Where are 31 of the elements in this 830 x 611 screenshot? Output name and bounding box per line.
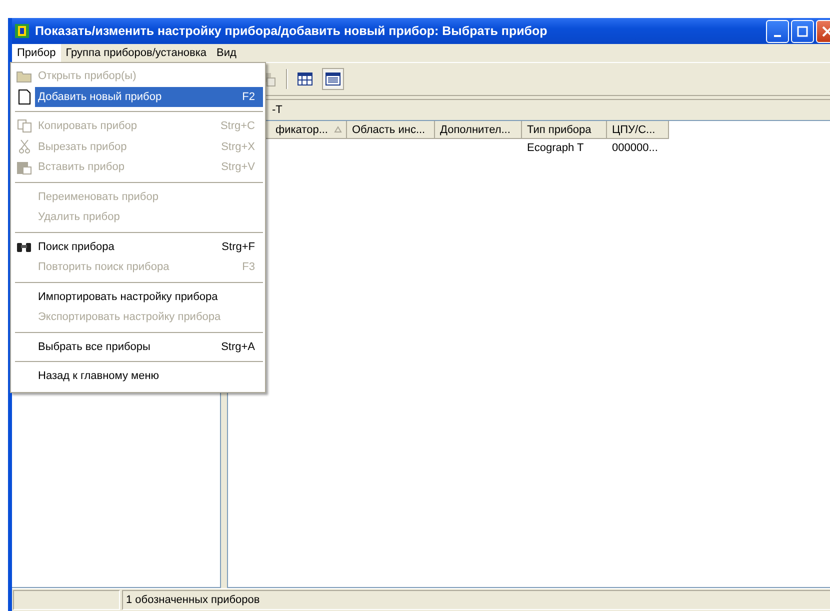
status-text: 1 обозначенных приборов xyxy=(126,594,260,606)
details-view-button[interactable] xyxy=(322,68,344,90)
menu-item[interactable]: Прибор xyxy=(12,44,61,62)
list-icon xyxy=(325,72,341,86)
window-title: Показать/изменить настройку прибора/добавить новый прибор: Выбрать прибор xyxy=(35,24,548,38)
maximize-icon xyxy=(797,26,808,36)
folder-icon xyxy=(16,70,32,83)
grid-icon xyxy=(297,72,313,86)
clipboard-icon xyxy=(16,160,32,175)
menu-entry[interactable]: Поиск прибора Strg+F xyxy=(13,236,263,257)
scissors-icon xyxy=(18,139,30,154)
column-header[interactable]: Область инс... xyxy=(347,121,435,139)
path-text: -T xyxy=(272,104,282,116)
app-icon xyxy=(14,23,30,39)
menu-item[interactable]: Группа приборов/установка xyxy=(60,44,212,62)
minimize-icon xyxy=(774,35,781,37)
column-header[interactable]: ЦПУ/С... xyxy=(607,121,669,139)
menu-item[interactable]: Вид xyxy=(212,44,242,62)
menu-entry[interactable]: Импортировать настройку прибора xyxy=(13,286,263,307)
column-header[interactable]: Тип прибора xyxy=(522,121,607,139)
copy-icon xyxy=(16,119,32,134)
maximize-button[interactable] xyxy=(791,20,814,42)
page-icon xyxy=(18,88,30,105)
binoculars-icon xyxy=(16,240,32,253)
table-cell: 000000... xyxy=(612,142,658,154)
close-icon xyxy=(822,26,830,36)
menu-entry[interactable]: Выбрать все приборы Strg+A xyxy=(13,336,263,357)
column-header[interactable]: Дополнител... xyxy=(435,121,522,139)
minimize-button[interactable] xyxy=(766,20,789,42)
menu-entry[interactable]: Назад к главному меню xyxy=(13,366,263,386)
table-cell: Ecograph T xyxy=(527,142,584,154)
